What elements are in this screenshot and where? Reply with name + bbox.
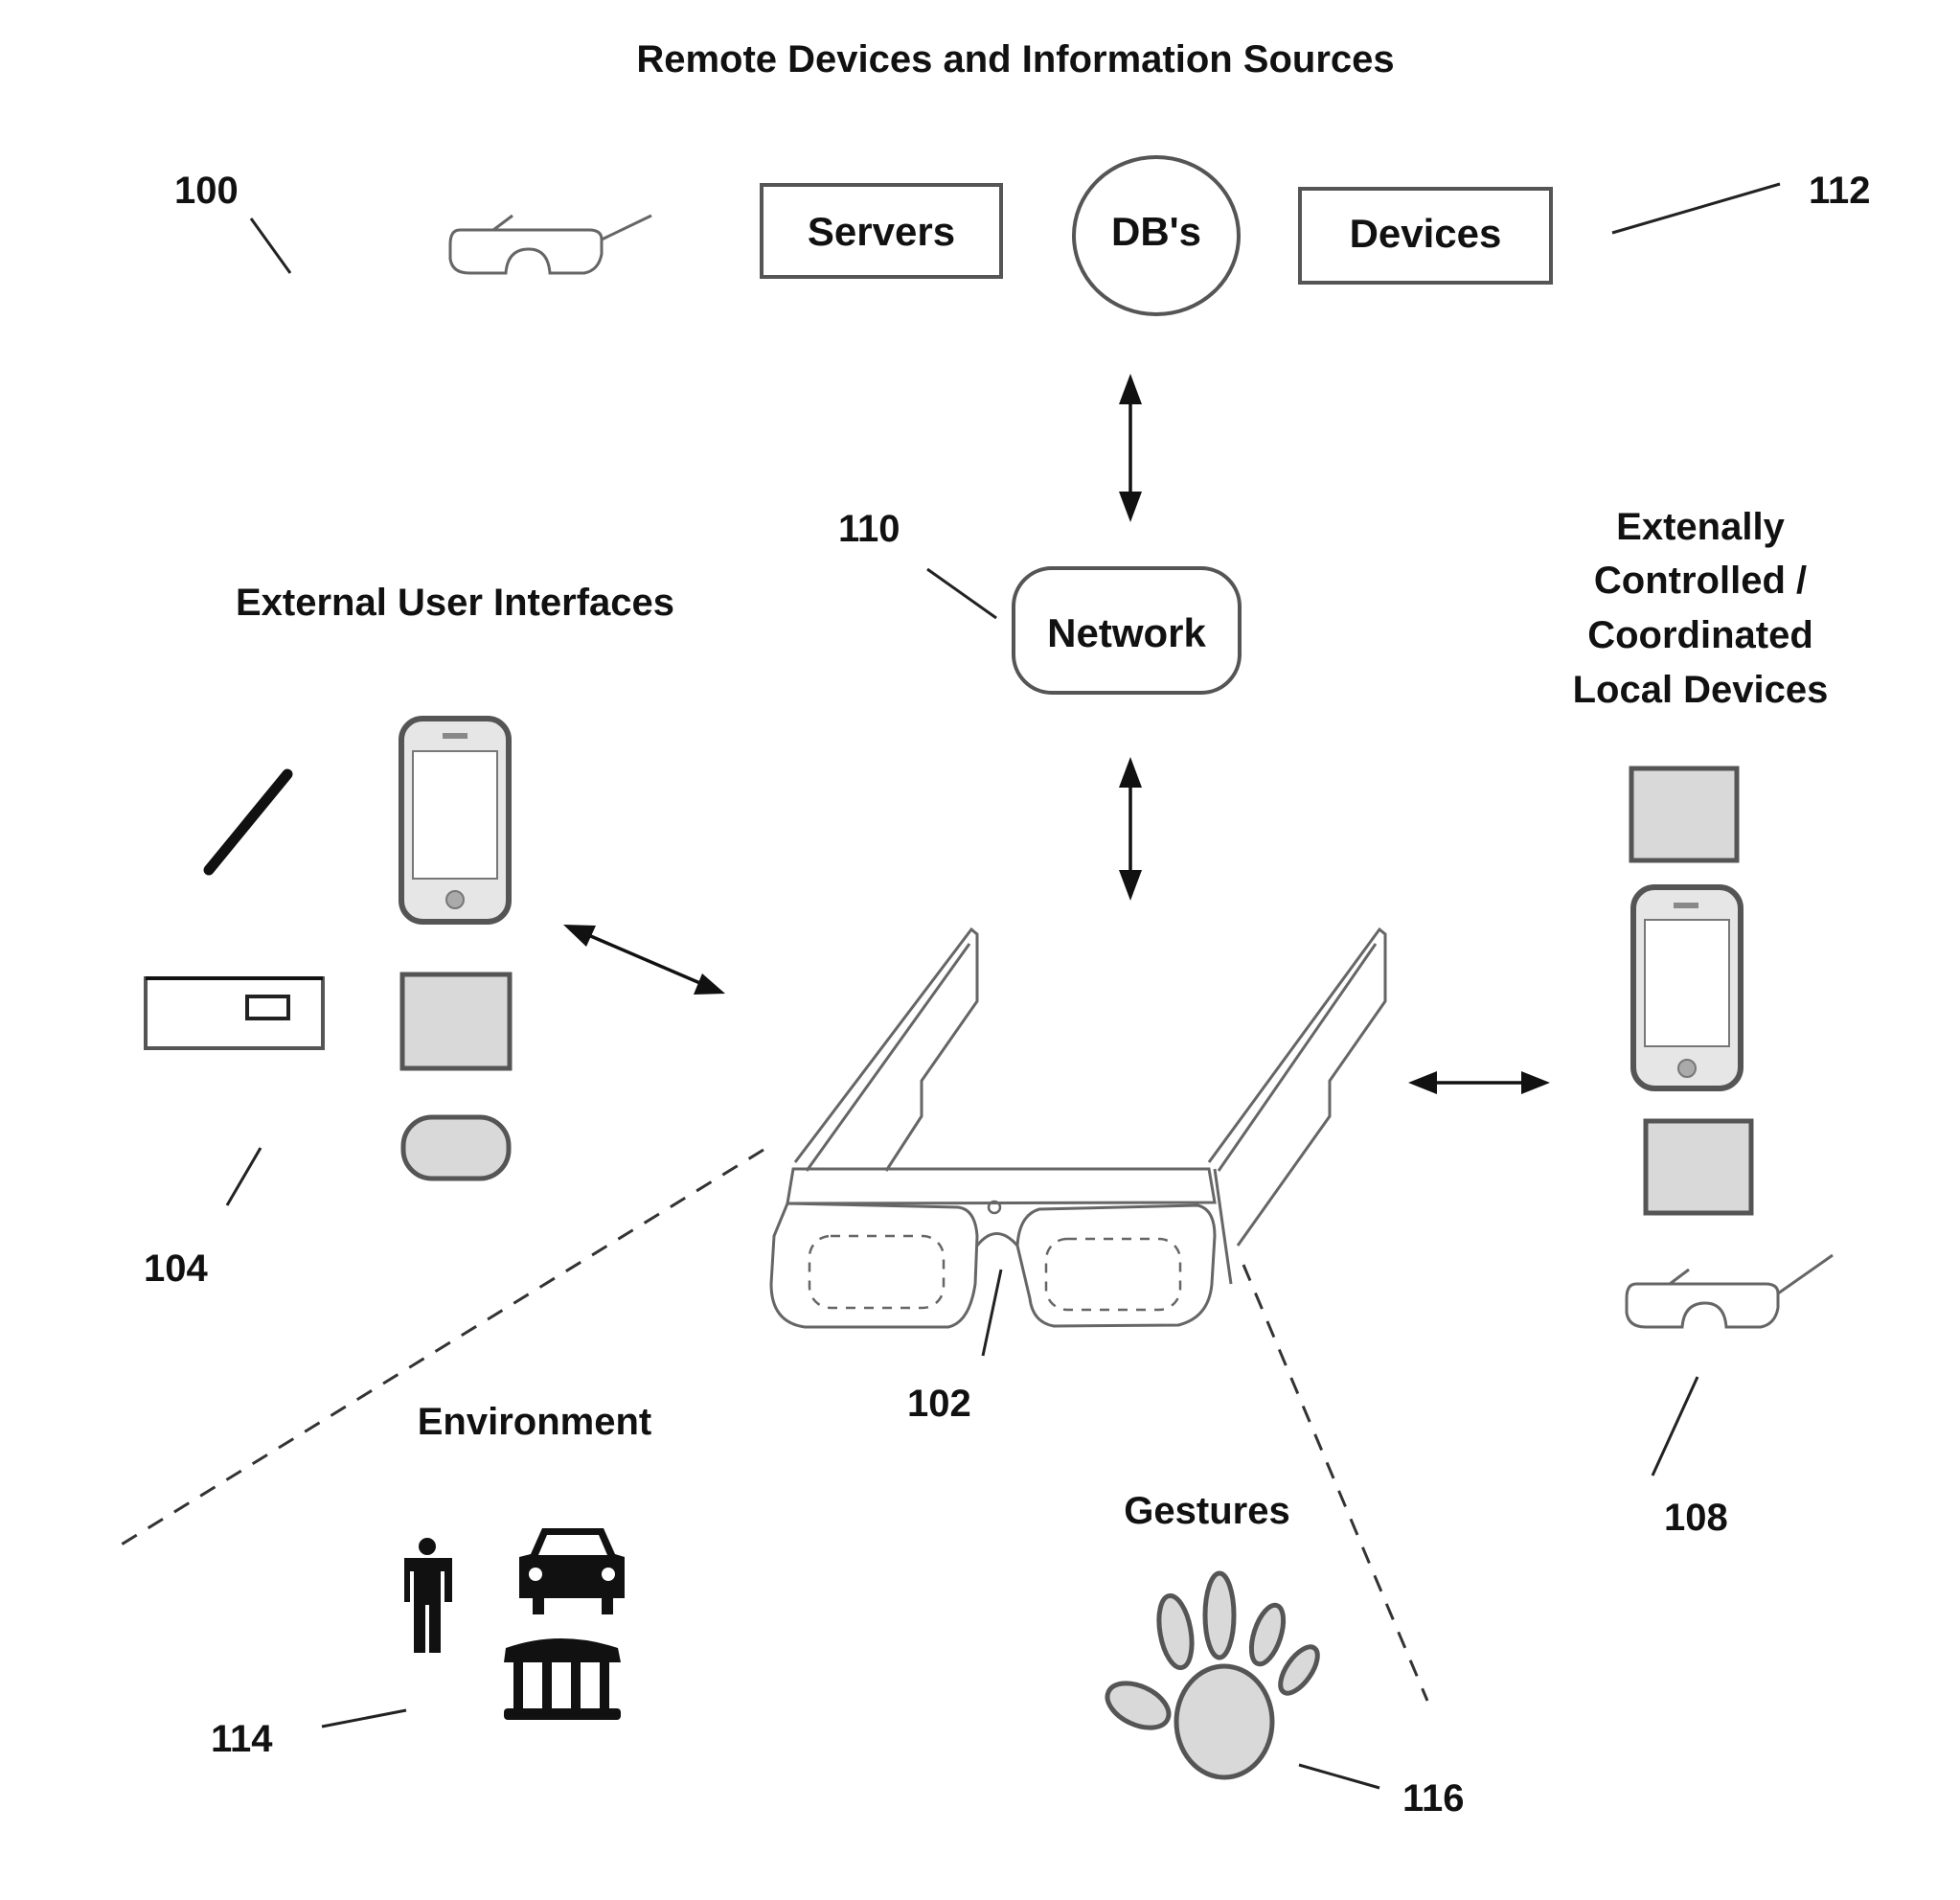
system-diagram: Remote Devices and Information Sources 1… [119,38,1871,1820]
leader-116 [1298,1763,1380,1790]
glasses-icon [448,214,652,275]
glasses-local-devices-arrow [1408,1071,1550,1094]
leader-112 [1611,182,1781,235]
diagram-title: Remote Devices and Information Sources [636,38,1394,80]
network-node: Network [1012,566,1242,695]
leader-108 [1651,1376,1699,1477]
network-glasses-arrow [1119,757,1142,901]
devices-box: Devices [1298,187,1553,285]
local-devices-line-1: Extenally [1616,506,1785,548]
servers-box: Servers [760,183,1003,279]
remote-network-arrow [1119,374,1142,522]
leader-114 [321,1708,407,1728]
tablet-icon [1629,766,1740,863]
local-devices-line-3: Coordinated [1587,614,1813,656]
servers-label: Servers [808,209,955,254]
external-ui-glasses-arrow [563,925,725,995]
local-devices-heading: Extenally Controlled / Coordinated Local… [1573,506,1829,711]
ref-112: 112 [1809,170,1871,212]
ref-100: 100 [174,170,239,212]
car-icon [519,1528,625,1614]
environment-heading: Environment [418,1401,651,1443]
network-label: Network [1047,610,1206,655]
tablet-icon [1643,1118,1754,1216]
ref-116: 116 [1402,1777,1465,1820]
ref-108: 108 [1664,1497,1728,1539]
ref-114: 114 [211,1718,273,1760]
devices-label: Devices [1350,211,1502,256]
ref-104: 104 [144,1248,208,1290]
tablet-icon [399,972,513,1071]
person-icon [404,1538,452,1653]
glasses-icon [1625,1253,1834,1329]
smartphone-icon [399,716,512,925]
field-of-view-line-left [119,1148,764,1547]
head-mounted-display-icon [769,927,1387,1329]
ref-110: 110 [838,508,900,550]
external-ui-heading: External User Interfaces [236,582,674,624]
wearable-icon [400,1114,512,1181]
leader-110 [926,567,997,620]
stylus-icon [203,768,293,876]
ref-102: 102 [907,1383,971,1425]
leader-102 [981,1269,1003,1357]
local-devices-line-2: Controlled / [1594,560,1807,602]
gestures-heading: Gestures [1124,1490,1289,1532]
hand-icon [1105,1570,1320,1780]
leader-104 [225,1147,262,1206]
dbs-label: DB's [1111,209,1201,254]
smartphone-icon [1630,884,1743,1091]
leader-100 [249,217,292,274]
building-icon [504,1638,621,1720]
keyboard-icon [144,976,325,1050]
local-devices-line-4: Local Devices [1573,669,1829,711]
databases-circle: DB's [1072,155,1241,316]
